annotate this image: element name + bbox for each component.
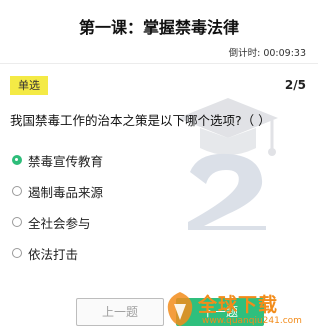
radio-checked-icon[interactable] — [12, 155, 22, 165]
watermark-logo-text: 全球下载 — [198, 294, 279, 316]
prev-question-button[interactable]: 上一题 — [76, 298, 164, 326]
countdown-timer: 倒计时: 00:09:33 — [229, 45, 306, 59]
question-text: 我国禁毒工作的治本之策是以下哪个选项?（ ） — [10, 113, 271, 128]
site-watermark-logo: 全球下载 www.quanqiu241.com — [162, 288, 312, 332]
radio-unchecked-icon[interactable] — [12, 217, 22, 227]
countdown-value: 00:09:33 — [263, 48, 306, 59]
option-label: 禁毒宣传教育 — [28, 153, 104, 169]
radio-unchecked-icon[interactable] — [12, 186, 22, 196]
radio-unchecked-icon[interactable] — [12, 248, 22, 258]
option-label: 全社会参与 — [28, 215, 91, 231]
countdown-label: 倒计时: — [228, 48, 261, 59]
option-2[interactable]: 遏制毒品来源 — [12, 182, 103, 200]
option-1[interactable]: 禁毒宣传教育 — [12, 151, 103, 169]
graduation-cap-watermark-icon — [178, 98, 278, 230]
question-progress: 2/5 — [284, 78, 306, 92]
watermark-logo-url: www.quanqiu241.com — [202, 316, 302, 326]
option-label: 依法打击 — [28, 246, 79, 262]
option-3[interactable]: 全社会参与 — [12, 213, 91, 231]
option-4[interactable]: 依法打击 — [12, 244, 78, 262]
page-title: 第一课：掌握禁毒法律 — [78, 18, 239, 37]
watermark-emblem-icon — [167, 292, 193, 326]
option-label: 遏制毒品来源 — [28, 184, 104, 200]
question-type-badge: 单选 — [10, 76, 48, 95]
header-divider — [0, 63, 318, 64]
